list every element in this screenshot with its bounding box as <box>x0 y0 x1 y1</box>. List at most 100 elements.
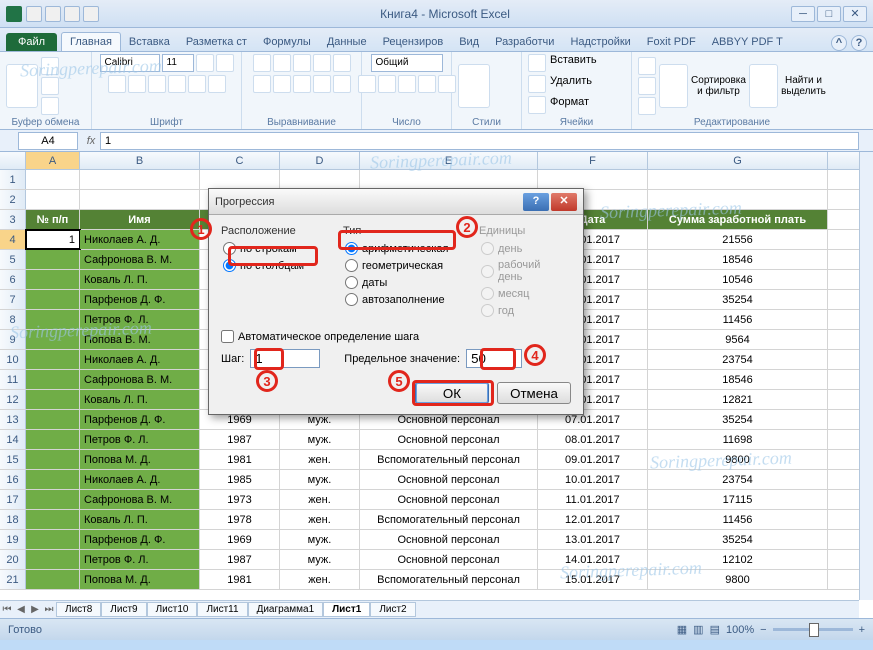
layout-tab[interactable]: Разметка ст <box>178 33 255 51</box>
row-head[interactable]: 3 <box>0 210 26 229</box>
col-A[interactable]: A <box>26 152 80 169</box>
cell-date[interactable]: 11.01.2017 <box>538 490 648 509</box>
cell-num[interactable] <box>26 410 80 429</box>
undo-icon[interactable] <box>45 6 61 22</box>
cell-name[interactable]: Петров Ф. Л. <box>80 310 200 329</box>
fx-icon[interactable]: fx <box>82 135 100 147</box>
ok-button[interactable]: ОК <box>415 382 489 404</box>
view-normal-icon[interactable]: ▦ <box>677 623 687 636</box>
row-head[interactable]: 12 <box>0 390 26 409</box>
formulas-tab[interactable]: Формулы <box>255 33 319 51</box>
row-head[interactable]: 16 <box>0 470 26 489</box>
cell-date[interactable]: 10.01.2017 <box>538 470 648 489</box>
save-icon[interactable] <box>26 6 42 22</box>
cell-name[interactable]: Парфенов Д. Ф. <box>80 410 200 429</box>
cell-name[interactable]: Петров Ф. Л. <box>80 430 200 449</box>
minimize-button[interactable]: ─ <box>791 6 815 22</box>
cell-num[interactable] <box>26 390 80 409</box>
cell-date[interactable]: 08.01.2017 <box>538 430 648 449</box>
cell-name[interactable]: Сафронова В. М. <box>80 490 200 509</box>
number-format-combo[interactable]: Общий <box>371 54 443 72</box>
row-head[interactable]: 6 <box>0 270 26 289</box>
cell[interactable] <box>80 190 200 209</box>
cell-num[interactable] <box>26 250 80 269</box>
col-B[interactable]: B <box>80 152 200 169</box>
clear-icon[interactable] <box>638 97 656 115</box>
row-head[interactable]: 4 <box>0 230 26 249</box>
file-tab[interactable]: Файл <box>6 33 57 51</box>
row-head[interactable]: 19 <box>0 530 26 549</box>
col-E[interactable]: E <box>360 152 538 169</box>
select-all-corner[interactable] <box>0 152 26 169</box>
cell-sex[interactable]: муж. <box>280 470 360 489</box>
cell-num[interactable] <box>26 350 80 369</box>
sheet-nav-prev-icon[interactable]: ◀ <box>14 604 28 615</box>
row-head[interactable]: 10 <box>0 350 26 369</box>
cut-icon[interactable] <box>41 57 59 75</box>
row-head[interactable]: 20 <box>0 550 26 569</box>
sheet-tab[interactable]: Лист11 <box>197 602 247 617</box>
cell-num[interactable] <box>26 470 80 489</box>
cell-name[interactable]: Сафронова В. М. <box>80 370 200 389</box>
align-right-icon[interactable] <box>293 75 311 93</box>
percent-icon[interactable] <box>378 75 396 93</box>
cell-name[interactable]: Коваль Л. П. <box>80 510 200 529</box>
sheet-nav-next-icon[interactable]: ▶ <box>28 604 42 615</box>
sheet-tab[interactable]: Лист1 <box>323 602 370 617</box>
cell-name[interactable]: Попова М. Д. <box>80 570 200 589</box>
cell[interactable] <box>360 170 538 189</box>
cell-salary[interactable]: 23754 <box>648 350 828 369</box>
name-box[interactable]: A4 <box>18 132 78 150</box>
sheet-tab[interactable]: Лист2 <box>370 602 415 617</box>
autofill-radio[interactable]: автозаполнение <box>343 292 463 307</box>
cell-num[interactable] <box>26 510 80 529</box>
cell-salary[interactable]: 11456 <box>648 310 828 329</box>
cell-num[interactable] <box>26 550 80 569</box>
italic-icon[interactable] <box>128 75 146 93</box>
cell-num[interactable]: 1 <box>26 230 80 249</box>
insert-cells-icon[interactable] <box>528 54 546 72</box>
cell-year[interactable]: 1981 <box>200 450 280 469</box>
dec-inc-icon[interactable] <box>418 75 436 93</box>
cell[interactable] <box>80 170 200 189</box>
row-head[interactable]: 1 <box>0 170 26 189</box>
cell-num[interactable] <box>26 570 80 589</box>
cell-sex[interactable]: жен. <box>280 450 360 469</box>
row-head[interactable]: 14 <box>0 430 26 449</box>
row-head[interactable]: 17 <box>0 490 26 509</box>
cell-salary[interactable]: 35254 <box>648 530 828 549</box>
sheet-tab[interactable]: Лист10 <box>147 602 198 617</box>
currency-icon[interactable] <box>358 75 376 93</box>
cell-cat[interactable]: Вспомогательный персонал <box>360 570 538 589</box>
sort-filter-button[interactable] <box>659 64 688 108</box>
sheet-nav-last-icon[interactable]: ⏭ <box>42 604 56 615</box>
row-head[interactable]: 9 <box>0 330 26 349</box>
minimize-ribbon-icon[interactable]: ^ <box>831 35 847 51</box>
cell-num[interactable] <box>26 330 80 349</box>
addins-tab[interactable]: Надстройки <box>562 33 638 51</box>
developer-tab[interactable]: Разработчи <box>487 33 562 51</box>
cell-sex[interactable]: муж. <box>280 550 360 569</box>
bold-icon[interactable] <box>108 75 126 93</box>
cell-year[interactable]: 1985 <box>200 470 280 489</box>
cell-cat[interactable]: Основной персонал <box>360 470 538 489</box>
copy-icon[interactable] <box>41 77 59 95</box>
cell[interactable] <box>200 170 280 189</box>
cell[interactable] <box>26 190 80 209</box>
cell-year[interactable]: 1981 <box>200 570 280 589</box>
cell-date[interactable]: 12.01.2017 <box>538 510 648 529</box>
cell-name[interactable]: Николаев А. Д. <box>80 350 200 369</box>
cell-num[interactable] <box>26 490 80 509</box>
col-D[interactable]: D <box>280 152 360 169</box>
cell-name[interactable]: Коваль Л. П. <box>80 270 200 289</box>
format-cells-icon[interactable] <box>528 96 546 114</box>
cell-name[interactable]: Николаев А. Д. <box>80 230 200 249</box>
cell-salary[interactable]: 9800 <box>648 570 828 589</box>
data-tab[interactable]: Данные <box>319 33 375 51</box>
row-head[interactable]: 18 <box>0 510 26 529</box>
view-tab[interactable]: Вид <box>451 33 487 51</box>
cell-name[interactable]: Петров Ф. Л. <box>80 550 200 569</box>
cell-name[interactable]: Парфенов Д. Ф. <box>80 530 200 549</box>
font-size-combo[interactable]: 11 <box>162 54 194 72</box>
align-middle-icon[interactable] <box>273 54 291 72</box>
